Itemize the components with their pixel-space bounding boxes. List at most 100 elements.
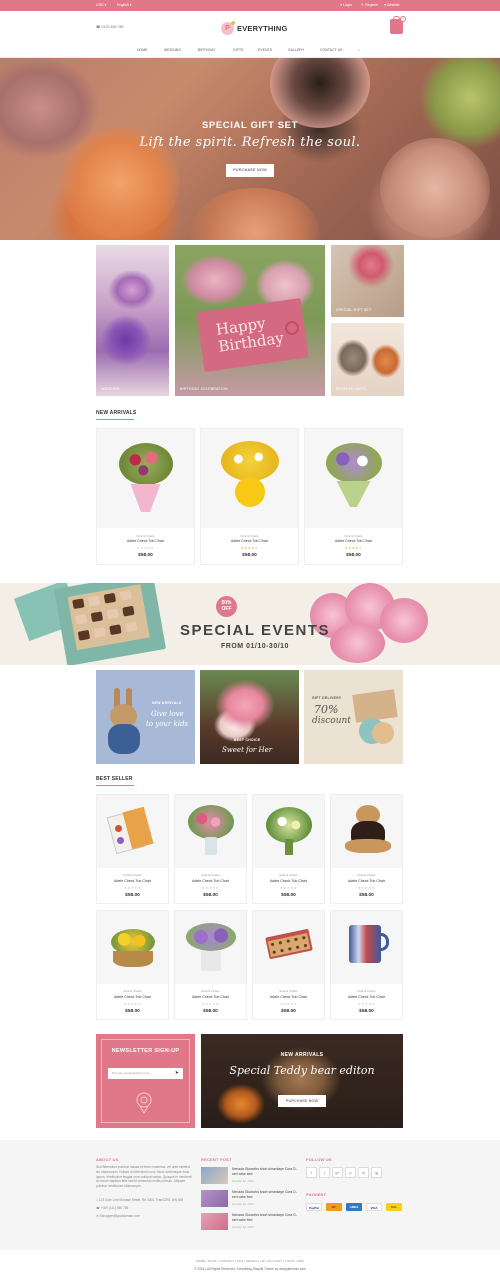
teddy-title: Special Teddy bear editon bbox=[229, 1064, 375, 1077]
best-seller-title: BEST SELLER bbox=[96, 776, 133, 782]
product-card[interactable]: Sofa & Chairs Adele Check Tub Chair ★★★★… bbox=[330, 910, 403, 1020]
register-link[interactable]: ✎ Register bbox=[361, 3, 378, 7]
nav-home[interactable]: HOME bbox=[137, 48, 148, 52]
product-card[interactable]: Sofa & Chairs Adele Check Tub Chair ★★★★… bbox=[96, 794, 169, 904]
instagram-icon[interactable]: ig bbox=[371, 1167, 382, 1178]
paypal-icon: PayPal bbox=[306, 1203, 322, 1211]
post-date: October 12, 2016 bbox=[232, 1225, 254, 1229]
site-logo[interactable]: P EVERYTHING bbox=[221, 19, 291, 37]
post-thumbnail[interactable] bbox=[201, 1167, 228, 1184]
nav-gifts[interactable]: GIFTS bbox=[233, 48, 243, 52]
post-title[interactable]: Nenada Gloworks short shrankaye Cora D-s… bbox=[232, 1167, 302, 1177]
nav-events[interactable]: EVENTS bbox=[258, 48, 272, 52]
product-name[interactable]: Adele Check Tub Chair bbox=[201, 539, 298, 543]
promo-new-arrivals[interactable]: NEW ARRIVALS Give love to your kids bbox=[96, 670, 195, 764]
footer-links[interactable]: HOME | BLOG | CONTACT | FAQ | SEARCH | M… bbox=[0, 1259, 500, 1263]
promo-best-choice[interactable]: BEST CHOICE Sweet for Her bbox=[200, 670, 299, 764]
post-thumbnail[interactable] bbox=[201, 1190, 228, 1207]
product-rating: ★★★★★ bbox=[344, 546, 363, 550]
newsletter-box: NEWSLETTER SIGN-UP Put your email addres… bbox=[96, 1034, 195, 1128]
send-icon[interactable]: ➤ bbox=[175, 1071, 179, 1076]
section-underline bbox=[96, 785, 134, 786]
promo-line: discount bbox=[312, 716, 351, 726]
product-name[interactable]: Adele Check Tub Chair bbox=[253, 995, 324, 999]
category-wedding[interactable]: WEDDING bbox=[96, 245, 169, 396]
recent-post-title: RECENT POST bbox=[201, 1157, 232, 1162]
language-select[interactable]: English ▾ bbox=[117, 3, 132, 7]
product-rating: ★★★★★ bbox=[201, 1002, 220, 1006]
product-card[interactable]: Sofa & Chairs Adele Check Tub Chair ★★★★… bbox=[252, 910, 325, 1020]
wishlist-link[interactable]: ♥ Wishlist bbox=[384, 3, 400, 7]
product-rating: ★★★★★ bbox=[123, 886, 142, 890]
top-bar: USD ▾ English ▾ ● Login ✎ Register ♥ Wis… bbox=[0, 0, 500, 11]
product-name[interactable]: Adele Check Tub Chair bbox=[175, 995, 246, 999]
pinterest-icon[interactable]: p bbox=[345, 1167, 356, 1178]
category-stuffed-gifts[interactable]: STUFFED GIFTS bbox=[331, 323, 404, 396]
promo-tag: GIFT DELIVERY bbox=[312, 696, 342, 700]
hero-subtitle: SPECIAL GIFT SET bbox=[202, 120, 298, 131]
category-birthday[interactable]: Happy Birthday BIRTHDAY CELEBRATION bbox=[175, 245, 325, 396]
promo-gift-delivery[interactable]: GIFT DELIVERY 70% discount bbox=[304, 670, 403, 764]
product-card[interactable]: Sofa & Chairs Adele Check Tub Chair ★★★★… bbox=[252, 794, 325, 904]
newsletter-title: NEWSLETTER SIGN-UP bbox=[111, 1048, 180, 1054]
promo-line: Give love bbox=[151, 710, 184, 718]
promo-tag: BEST CHOICE bbox=[234, 738, 261, 742]
currency-select[interactable]: USD ▾ bbox=[96, 3, 106, 7]
follow-us-title: FOLLOW US bbox=[306, 1157, 332, 1162]
product-price: $58.00 bbox=[281, 893, 296, 898]
linkedin-icon[interactable]: in bbox=[358, 1167, 369, 1178]
product-name[interactable]: Adele Check Tub Chair bbox=[331, 879, 402, 883]
teddy-purchase-button[interactable]: PURCHASE NOW bbox=[278, 1095, 326, 1107]
category-gift-set[interactable]: SPECIAL GIFT SET bbox=[331, 245, 404, 317]
product-price: $58.00 bbox=[203, 893, 218, 898]
product-category: Sofa & Chairs bbox=[357, 873, 376, 877]
cart-button[interactable]: 0 bbox=[390, 16, 406, 34]
product-image bbox=[175, 795, 246, 868]
product-name[interactable]: Adele Check Tub Chair bbox=[305, 539, 402, 543]
post-thumbnail[interactable] bbox=[201, 1213, 228, 1230]
calla-lily-image bbox=[270, 58, 370, 128]
post-title[interactable]: Nenada Gloworks short shrankaye Cora D-s… bbox=[232, 1213, 302, 1223]
product-card[interactable]: Sofa & Chairs Adele Check Tub Chair ★★★★… bbox=[330, 794, 403, 904]
facebook-icon[interactable]: f bbox=[306, 1167, 317, 1178]
product-card[interactable]: Sofa & Chairs Adele Check Tub Chair ★★★★… bbox=[174, 794, 247, 904]
google-plus-icon[interactable]: g+ bbox=[332, 1167, 343, 1178]
product-name[interactable]: Adele Check Tub Chair bbox=[175, 879, 246, 883]
product-rating: ★★★★★ bbox=[279, 1002, 298, 1006]
nav-birthday[interactable]: BIRTHDAY bbox=[198, 48, 216, 52]
newsletter-email-input[interactable]: Put your email address here... ➤ bbox=[108, 1068, 183, 1079]
email[interactable]: ✉ Eshopper@yourdomain.com bbox=[96, 1214, 196, 1219]
nav-gallery[interactable]: GALLERY bbox=[288, 48, 304, 52]
product-rating: ★★★★★ bbox=[136, 546, 155, 550]
product-name[interactable]: Adele Check Tub Chair bbox=[97, 995, 168, 999]
product-card[interactable]: Sofa & Chairs Adele Check Tub Chair ★★★★… bbox=[304, 428, 403, 565]
flower-gift-icon bbox=[136, 1092, 152, 1115]
product-name[interactable]: Adele Check Tub Chair bbox=[97, 879, 168, 883]
login-link[interactable]: ● Login bbox=[340, 3, 352, 7]
events-date: FROM 01/10-30/10 bbox=[221, 643, 289, 650]
promo-percent: 70% bbox=[314, 703, 339, 716]
rose-image bbox=[380, 138, 490, 238]
search-icon[interactable]: ⌕ bbox=[358, 48, 360, 52]
product-name[interactable]: Adele Check Tub Chair bbox=[331, 995, 402, 999]
bow-icon bbox=[285, 321, 299, 335]
category-label: BIRTHDAY CELEBRATION bbox=[180, 387, 228, 391]
product-image bbox=[253, 911, 324, 984]
product-card[interactable]: Sofa & Chairs Adele Check Tub Chair ★★★★… bbox=[96, 910, 169, 1020]
product-card[interactable]: Sofa & Chairs Adele Check Tub Chair ★★★★… bbox=[96, 428, 195, 565]
product-image bbox=[175, 911, 246, 984]
twitter-icon[interactable]: t bbox=[319, 1167, 330, 1178]
hero-purchase-button[interactable]: PURCHASE NOW bbox=[226, 164, 274, 177]
copyright: © 2016 | All Rights Reserved. Everything… bbox=[194, 1267, 306, 1271]
cart-count-badge: 0 bbox=[400, 16, 406, 22]
product-name[interactable]: Adele Check Tub Chair bbox=[253, 879, 324, 883]
nav-contact[interactable]: CONTACT US bbox=[320, 48, 343, 52]
nav-wedding[interactable]: WEDDING bbox=[164, 48, 181, 52]
product-card[interactable]: Sofa & Chairs Adele Check Tub Chair ★★★★… bbox=[174, 910, 247, 1020]
product-card[interactable]: Sofa & Chairs Adele Check Tub Chair ★★★★… bbox=[200, 428, 299, 565]
post-title[interactable]: Nenada Gloworks short shrankaye Cora D-s… bbox=[232, 1190, 302, 1200]
product-name[interactable]: Adele Check Tub Chair bbox=[97, 539, 194, 543]
product-category: Sofa & Chairs bbox=[123, 989, 142, 993]
teddy-banner[interactable]: NEW ARRIVALS Special Teddy bear editon P… bbox=[201, 1034, 403, 1128]
product-category: Sofa & Chairs bbox=[357, 989, 376, 993]
